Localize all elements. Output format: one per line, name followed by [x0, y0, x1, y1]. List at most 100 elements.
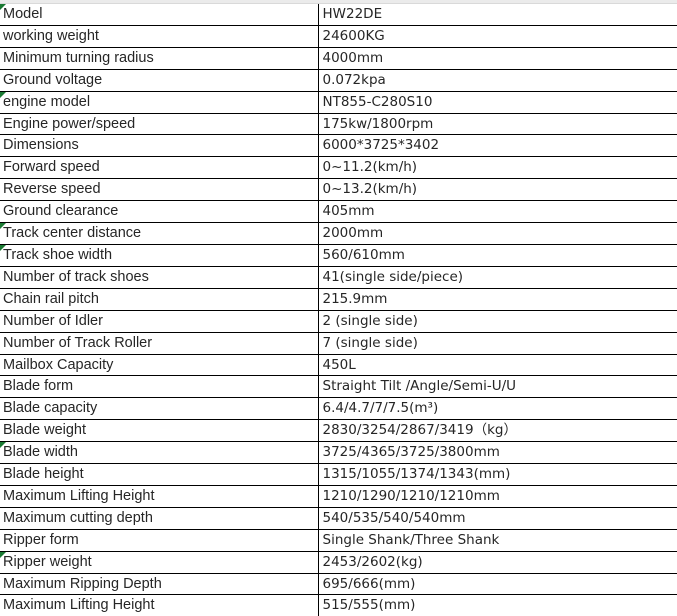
spec-label-cell[interactable]: Maximum Ripping Depth — [0, 573, 319, 596]
spec-value-cell[interactable]: 6.4/4.7/7/7.5(m³) — [318, 397, 677, 421]
spec-label-text: Blade capacity — [3, 400, 98, 417]
spec-label-cell[interactable]: Ripper weight — [0, 551, 319, 574]
table-row[interactable]: Track center distance 2000mm — [0, 222, 677, 245]
table-row[interactable]: Ripper weight 2453/2602(kg) — [0, 551, 677, 574]
spec-value-text: 41(single side/piece) — [322, 268, 464, 285]
spec-value-cell[interactable]: 41(single side/piece) — [318, 266, 677, 289]
table-row[interactable]: Blade height 1315/1055/1374/1343(mm) — [0, 463, 677, 486]
table-row[interactable]: Blade form Straight Tilt /Angle/Semi-U/U — [0, 375, 677, 399]
spec-label-cell[interactable]: Maximum Lifting Height — [0, 485, 319, 508]
spec-value-cell[interactable]: 2830/3254/2867/3419（kg） — [318, 419, 677, 443]
spec-label-cell[interactable]: Number of track shoes — [0, 266, 319, 289]
spec-label-text: Number of Idler — [3, 312, 103, 329]
table-row[interactable]: Model HW22DE — [0, 4, 677, 26]
spec-label-cell[interactable]: Engine power/speed — [0, 113, 319, 136]
spec-value-cell[interactable]: 7 (single side) — [318, 332, 677, 355]
spec-label-cell[interactable]: Model — [0, 4, 319, 26]
spec-value-cell[interactable]: 1315/1055/1374/1343(mm) — [318, 463, 677, 486]
spec-label-cell[interactable]: Maximum Lifting Height — [0, 594, 319, 616]
spec-value-cell[interactable]: 0~11.2(km/h) — [318, 156, 677, 180]
spec-label-cell[interactable]: Minimum turning radius — [0, 47, 319, 70]
table-row[interactable]: Blade capacity 6.4/4.7/7/7.5(m³) — [0, 397, 677, 421]
table-row[interactable]: Dimensions 6000*3725*3402 — [0, 134, 677, 158]
spec-label-cell[interactable]: Track shoe width — [0, 244, 319, 267]
spec-value-cell[interactable]: 450L — [318, 354, 677, 377]
spec-value-cell[interactable]: 2453/2602(kg) — [318, 551, 677, 574]
spec-value-cell[interactable]: 1210/1290/1210/1210mm — [318, 485, 677, 508]
table-row[interactable]: Ground clearance 405mm — [0, 200, 677, 224]
spec-value-cell[interactable]: 215.9mm — [318, 288, 677, 311]
spec-label-cell[interactable]: Blade width — [0, 441, 319, 465]
spec-label-cell[interactable]: Number of Idler — [0, 310, 319, 333]
spec-label-cell[interactable]: Ripper form — [0, 529, 319, 552]
spec-label-cell[interactable]: Number of Track Roller — [0, 332, 319, 355]
spec-value-cell[interactable]: 4000mm — [318, 47, 677, 70]
spec-value-text: 2 (single side) — [322, 312, 418, 329]
spec-value-text: 695/666(mm) — [322, 575, 416, 592]
spec-value-cell[interactable]: 24600KG — [318, 25, 677, 48]
spec-label-text: working weight — [3, 27, 99, 44]
spec-value-cell[interactable]: HW22DE — [318, 4, 677, 26]
table-row[interactable]: Maximum cutting depth 540/535/540/540mm — [0, 507, 677, 530]
table-row[interactable]: Number of Idler 2 (single side) — [0, 310, 677, 333]
spec-value-cell[interactable]: 2000mm — [318, 222, 677, 245]
spec-label-text: Blade form — [3, 378, 74, 395]
spec-value-cell[interactable]: 2 (single side) — [318, 310, 677, 333]
spec-label-cell[interactable]: Maximum cutting depth — [0, 507, 319, 530]
spec-label-text: Blade weight — [3, 422, 87, 439]
table-row[interactable]: Ripper form Single Shank/Three Shank — [0, 529, 677, 552]
spec-value-cell[interactable]: 405mm — [318, 200, 677, 224]
spec-label-cell[interactable]: Blade height — [0, 463, 319, 486]
spec-value-cell[interactable]: 3725/4365/3725/3800mm — [318, 441, 677, 465]
spec-label-text: Blade height — [3, 466, 84, 483]
spec-label-cell[interactable]: Forward speed — [0, 156, 319, 180]
table-row[interactable]: Ground voltage 0.072kpa — [0, 69, 677, 92]
table-row[interactable]: Reverse speed 0~13.2(km/h) — [0, 178, 677, 202]
spec-value-cell[interactable]: NT855-C280S10 — [318, 91, 677, 114]
spec-label-text: Minimum turning radius — [3, 49, 154, 66]
table-row[interactable]: Chain rail pitch 215.9mm — [0, 288, 677, 311]
spec-value-cell[interactable]: Single Shank/Three Shank — [318, 529, 677, 552]
spec-value-cell[interactable]: 560/610mm — [318, 244, 677, 267]
spec-label-cell[interactable]: Track center distance — [0, 222, 319, 245]
spec-value-cell[interactable]: 515/555(mm) — [318, 595, 677, 616]
table-row[interactable]: Maximum Ripping Depth 695/666(mm) — [0, 573, 677, 596]
spec-label-cell[interactable]: engine model — [0, 91, 319, 114]
spec-value-text: 0~13.2(km/h) — [322, 181, 418, 198]
spec-value-cell[interactable]: 695/666(mm) — [318, 573, 677, 596]
spec-label-cell[interactable]: Reverse speed — [0, 178, 319, 202]
table-row[interactable]: Maximum Lifting Height 1210/1290/1210/121… — [0, 485, 677, 508]
spec-label-text: Ripper weight — [3, 553, 92, 570]
spec-value-cell[interactable]: 0~13.2(km/h) — [318, 178, 677, 202]
table-row[interactable]: Mailbox Capacity 450L — [0, 354, 677, 377]
table-row[interactable]: Number of track shoes 41(single side/piec… — [0, 266, 677, 289]
spec-label-cell[interactable]: Blade form — [0, 375, 319, 399]
table-row[interactable]: Blade weight 2830/3254/2867/3419（kg） — [0, 419, 677, 443]
spec-label-cell[interactable]: Blade capacity — [0, 397, 319, 421]
spec-value-text: NT855-C280S10 — [322, 93, 433, 110]
spec-label-cell[interactable]: working weight — [0, 25, 319, 48]
spec-label-cell[interactable]: Dimensions — [0, 134, 319, 158]
table-row[interactable]: Blade width 3725/4365/3725/3800mm — [0, 441, 677, 465]
table-row[interactable]: engine model NT855-C280S10 — [0, 91, 677, 114]
table-row[interactable]: Forward speed 0~11.2(km/h) — [0, 156, 677, 180]
spec-value-cell[interactable]: 6000*3725*3402 — [318, 134, 677, 158]
table-row[interactable]: Engine power/speed 175kw/1800rpm — [0, 113, 677, 136]
spec-label-cell[interactable]: Ground clearance — [0, 200, 319, 224]
specification-table: Model HW22DE working weight 24600KG Minimum … — [0, 4, 677, 616]
spec-value-cell[interactable]: 540/535/540/540mm — [318, 507, 677, 530]
table-row[interactable]: Maximum Lifting Height 515/555(mm) — [0, 594, 677, 616]
table-row[interactable]: Track shoe width 560/610mm — [0, 244, 677, 267]
spec-label-cell[interactable]: Ground voltage — [0, 69, 319, 92]
table-row[interactable]: Minimum turning radius 4000mm — [0, 47, 677, 70]
spec-label-cell[interactable]: Chain rail pitch — [0, 288, 319, 311]
spec-value-cell[interactable]: 0.072kpa — [318, 69, 677, 92]
spec-label-cell[interactable]: Blade weight — [0, 419, 319, 443]
table-row[interactable]: Number of Track Roller 7 (single side) — [0, 332, 677, 355]
spec-label-text: Model — [3, 6, 43, 22]
spec-label-cell[interactable]: Mailbox Capacity — [0, 354, 319, 377]
table-row[interactable]: working weight 24600KG — [0, 25, 677, 48]
spec-value-text: 7 (single side) — [322, 334, 418, 351]
spec-value-cell[interactable]: Straight Tilt /Angle/Semi-U/U — [318, 375, 677, 399]
spec-value-cell[interactable]: 175kw/1800rpm — [318, 113, 677, 136]
